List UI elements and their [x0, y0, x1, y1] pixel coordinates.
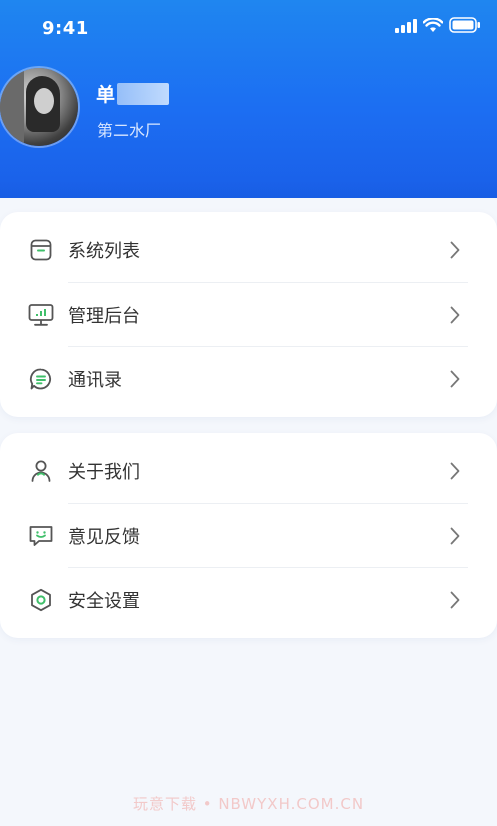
- profile-header: 9:41 单 第二水厂: [0, 0, 497, 198]
- user-organization: 第二水厂: [97, 121, 162, 140]
- wifi-icon: [422, 16, 444, 37]
- chat-bubble-icon: [28, 366, 54, 392]
- menu-item-label: 关于我们: [68, 462, 140, 483]
- menu-item-feedback[interactable]: 意见反馈: [28, 504, 468, 568]
- chevron-right-icon: [448, 239, 462, 261]
- user-name: 单: [96, 80, 170, 107]
- watermark: 玩意下载 • NBWYXH.COM.CN: [132, 795, 365, 813]
- feedback-icon: [28, 523, 54, 549]
- box-icon: [28, 237, 54, 263]
- monitor-chart-icon: [28, 302, 54, 328]
- status-time: 9:41: [42, 18, 89, 39]
- status-icons: [395, 16, 481, 37]
- signal-icon: [395, 18, 417, 37]
- menu-item-system-list[interactable]: 系统列表: [28, 218, 468, 282]
- menu-item-label: 安全设置: [68, 591, 140, 612]
- avatar[interactable]: [0, 68, 78, 146]
- menu-card-secondary: 关于我们 意见反馈 安全设置: [0, 433, 497, 638]
- menu-item-about-us[interactable]: 关于我们: [28, 439, 468, 503]
- person-icon: [28, 458, 54, 484]
- menu-item-label: 管理后台: [68, 306, 140, 327]
- chevron-right-icon: [448, 525, 462, 547]
- menu-item-contacts[interactable]: 通讯录: [28, 347, 468, 411]
- menu-item-admin-console[interactable]: 管理后台: [28, 283, 468, 347]
- menu-card-primary: 系统列表 管理后台 通讯录: [0, 212, 497, 417]
- name-redaction: [117, 82, 170, 105]
- menu-item-security-settings[interactable]: 安全设置: [28, 568, 468, 632]
- hexagon-shield-icon: [28, 587, 54, 613]
- menu-item-label: 系统列表: [68, 241, 140, 262]
- menu-item-label: 意见反馈: [68, 527, 140, 548]
- chevron-right-icon: [448, 368, 462, 390]
- chevron-right-icon: [448, 589, 462, 611]
- chevron-right-icon: [448, 304, 462, 326]
- status-bar: 9:41: [0, 0, 497, 56]
- user-name-text: 单: [96, 84, 116, 106]
- battery-icon: [449, 17, 481, 37]
- chevron-right-icon: [448, 460, 462, 482]
- menu-item-label: 通讯录: [68, 370, 122, 391]
